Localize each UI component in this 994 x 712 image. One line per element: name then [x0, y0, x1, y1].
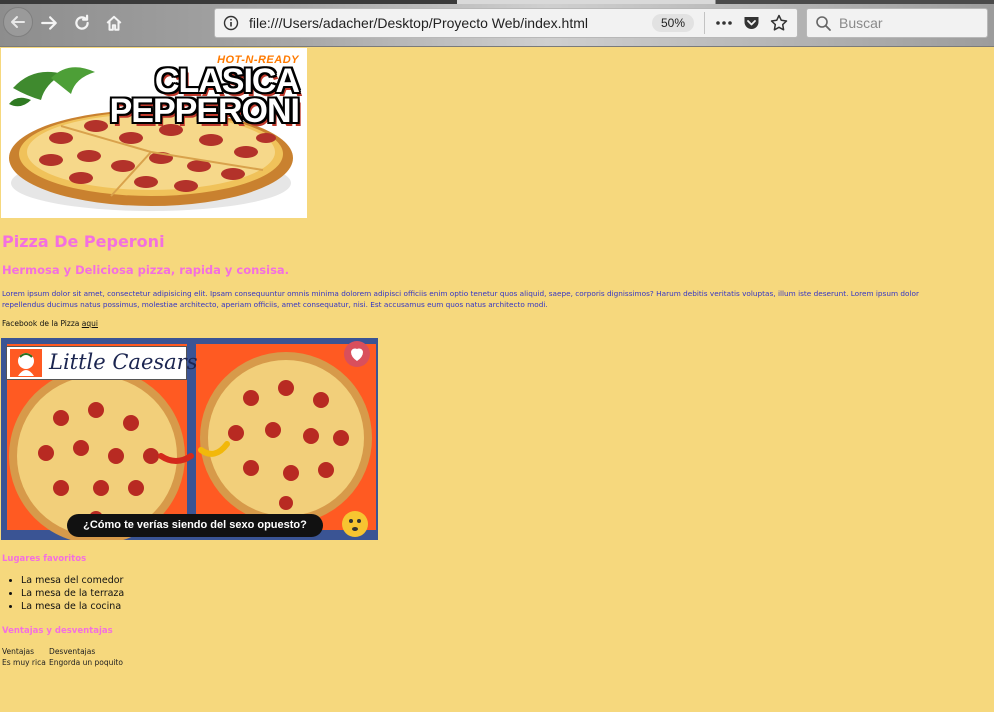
hero-headline: HOT-N-READY CLASICA PEPPERONI	[109, 54, 300, 130]
column-header-desventajas: Desventajas	[49, 647, 96, 656]
lorem-line-1: Lorem ipsum dolor sit amet, consectetur …	[2, 289, 919, 298]
brand-name: Little Caesars	[49, 350, 198, 374]
pros-cons-table: Ventajas Desventajas Es muy rica Engorda…	[1, 646, 124, 668]
lorem-paragraph: Lorem ipsum dolor sit amet, consectetur …	[2, 289, 994, 310]
browser-toolbar: file:///Users/adacher/Desktop/Proyecto W…	[0, 0, 994, 47]
table-row: Es muy rica Engorda un poquito	[1, 657, 124, 668]
facebook-link[interactable]: aqui	[82, 319, 98, 328]
column-header-ventajas: Ventajas	[2, 647, 35, 656]
hero-pizza-image: HOT-N-READY CLASICA PEPPERONI	[1, 48, 307, 218]
little-caesars-label: Little Caesars	[6, 346, 198, 380]
search-bar[interactable]: Buscar	[806, 8, 988, 38]
list-item: La mesa de la terraza	[21, 587, 124, 600]
back-arrow-icon	[11, 16, 25, 28]
promo-image: Little Caesars ¿Cómo te verías siendo de…	[1, 338, 378, 540]
search-placeholder[interactable]: Buscar	[839, 15, 883, 31]
page-title: Pizza De Peperoni	[2, 232, 165, 251]
facebook-label: Facebook de la Pizza	[2, 319, 80, 328]
home-button[interactable]	[99, 9, 129, 37]
little-caesars-logo-icon	[10, 349, 42, 377]
home-icon	[106, 15, 122, 31]
page-actions-icon[interactable]	[715, 16, 733, 30]
forward-arrow-icon	[41, 16, 57, 30]
tab-strip	[0, 0, 994, 4]
zoom-level-badge[interactable]: 50%	[652, 14, 695, 32]
reload-icon	[75, 14, 89, 30]
table-cell: Engorda un poquito	[49, 658, 123, 667]
search-icon	[816, 16, 831, 31]
back-button[interactable]	[3, 7, 33, 37]
table-header-row: Ventajas Desventajas	[1, 646, 124, 657]
facebook-line: Facebook de la Pizza aqui	[2, 319, 98, 328]
url-separator	[704, 12, 705, 34]
pros-cons-heading: Ventajas y desventajas	[2, 626, 113, 636]
pocket-icon[interactable]	[743, 15, 760, 31]
list-item: La mesa del comedor	[21, 574, 124, 587]
favorites-list: La mesa del comedor La mesa de la terraz…	[2, 574, 124, 613]
url-text[interactable]: file:///Users/adacher/Desktop/Proyecto W…	[249, 15, 588, 31]
bookmark-star-icon[interactable]	[770, 14, 788, 32]
info-icon[interactable]	[223, 15, 239, 31]
forward-button[interactable]	[34, 9, 64, 37]
list-item: La mesa de la cocina	[21, 600, 124, 613]
table-cell: Es muy rica	[2, 658, 46, 667]
address-bar[interactable]: file:///Users/adacher/Desktop/Proyecto W…	[214, 8, 798, 38]
page-subtitle: Hermosa y Deliciosa pizza, rapida y cons…	[2, 263, 290, 277]
lorem-line-2: repellendus ducimus natus possimus, mole…	[2, 299, 548, 309]
hero-line-2: PEPPERONI	[109, 92, 300, 130]
reload-button[interactable]	[67, 9, 97, 37]
promo-caption: ¿Cómo te verías siendo del sexo opuesto?	[67, 514, 323, 537]
favorites-heading: Lugares favoritos	[2, 554, 87, 564]
